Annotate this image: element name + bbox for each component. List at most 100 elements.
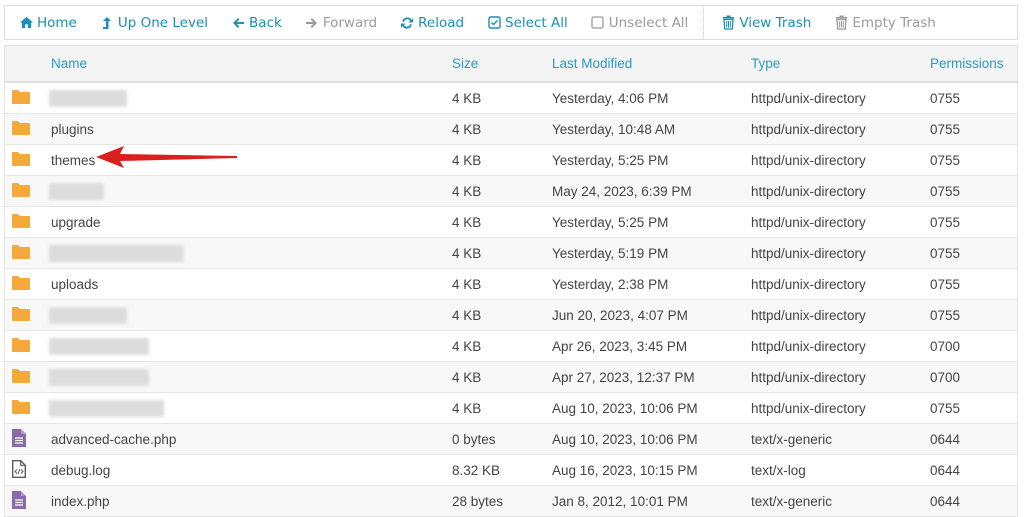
file-name-cell[interactable] — [47, 237, 452, 269]
permissions: 0644 — [930, 485, 1018, 517]
file-size: 4 KB — [452, 268, 552, 300]
home-label: Home — [37, 14, 77, 31]
last-modified: Jan 8, 2012, 10:01 PM — [552, 485, 751, 517]
file-name-cell[interactable] — [47, 175, 452, 207]
file-name-cell[interactable]: upgrade — [47, 206, 452, 238]
file-name[interactable]: plugins — [51, 122, 94, 137]
file-type: httpd/unix-directory — [751, 268, 930, 300]
permissions: 0755 — [930, 144, 1018, 176]
permissions: 0755 — [930, 82, 1018, 114]
column-header-name[interactable]: Name — [47, 45, 452, 83]
up-one-level-button[interactable]: Up One Level — [88, 6, 219, 39]
icon-column-header — [4, 45, 47, 83]
file-manager-toolbar: Home Up One Level Back Forward Reload Select … — [4, 5, 1018, 40]
up-one-level-label: Up One Level — [117, 14, 209, 31]
file-icon-cell — [4, 113, 47, 145]
select-all-label: Select All — [505, 14, 568, 31]
column-header-type[interactable]: Type — [751, 45, 930, 83]
file-name[interactable]: uploads — [51, 277, 98, 292]
file-name[interactable]: upgrade — [51, 215, 101, 230]
permissions: 0755 — [930, 113, 1018, 145]
column-header-size[interactable]: Size — [452, 45, 552, 83]
file-name-cell[interactable]: uploads — [47, 268, 452, 300]
permissions: 0700 — [930, 361, 1018, 393]
file-type: httpd/unix-directory — [751, 206, 930, 238]
last-modified: Jun 20, 2023, 4:07 PM — [552, 299, 751, 331]
file-size: 28 bytes — [452, 485, 552, 517]
folder-icon — [11, 120, 31, 139]
back-button[interactable]: Back — [219, 6, 293, 39]
table-row[interactable]: debug.log 8.32 KB Aug 16, 2023, 10:15 PM te… — [4, 454, 1018, 486]
text-file-icon — [11, 490, 27, 513]
table-row[interactable]: 4 KB May 24, 2023, 6:39 PM httpd/unix-dire… — [4, 175, 1018, 207]
last-modified: Yesterday, 10:48 AM — [552, 113, 751, 145]
file-type: httpd/unix-directory — [751, 299, 930, 331]
table-row[interactable]: advanced-cache.php 0 bytes Aug 10, 2023, 1… — [4, 423, 1018, 455]
folder-icon — [11, 213, 31, 232]
file-size: 8.32 KB — [452, 454, 552, 486]
empty-trash-label: Empty Trash — [852, 14, 936, 31]
permissions: 0644 — [930, 454, 1018, 486]
file-name[interactable]: debug.log — [51, 463, 110, 478]
column-header-permissions[interactable]: Permissions — [930, 45, 1018, 83]
file-name-cell[interactable]: index.php — [47, 485, 452, 517]
view-trash-button[interactable]: View Trash — [709, 6, 822, 39]
file-name[interactable]: index.php — [51, 494, 110, 509]
file-size: 4 KB — [452, 237, 552, 269]
file-name-cell[interactable] — [47, 392, 452, 424]
trash-icon — [720, 15, 736, 31]
reload-button[interactable]: Reload — [388, 6, 475, 39]
file-type: httpd/unix-directory — [751, 330, 930, 362]
file-size: 4 KB — [452, 330, 552, 362]
table-row[interactable]: 4 KB Apr 26, 2023, 3:45 PM httpd/unix-dire… — [4, 330, 1018, 362]
arrow-right-icon — [304, 15, 320, 31]
forward-label: Forward — [322, 14, 378, 31]
column-header-last-modified[interactable]: Last Modified — [552, 45, 751, 83]
table-row[interactable]: themes 4 KB Yesterday, 5:25 PM httpd/unix-d… — [4, 144, 1018, 176]
file-size: 4 KB — [452, 144, 552, 176]
folder-icon — [11, 368, 31, 387]
table-row[interactable]: 4 KB Apr 27, 2023, 12:37 PM httpd/unix-dir… — [4, 361, 1018, 393]
file-icon-cell — [4, 237, 47, 269]
file-type: httpd/unix-directory — [751, 144, 930, 176]
file-name-cell[interactable]: debug.log — [47, 454, 452, 486]
table-row[interactable]: 4 KB Jun 20, 2023, 4:07 PM httpd/unix-dire… — [4, 299, 1018, 331]
file-name-cell[interactable] — [47, 82, 452, 114]
last-modified: Aug 10, 2023, 10:06 PM — [552, 423, 751, 455]
unselect-all-button[interactable]: Unselect All — [579, 6, 700, 39]
file-name-cell[interactable] — [47, 361, 452, 393]
level-up-icon — [99, 15, 115, 31]
home-button[interactable]: Home — [5, 6, 88, 39]
permissions: 0700 — [930, 330, 1018, 362]
table-row[interactable]: uploads 4 KB Yesterday, 2:38 PM httpd/unix-… — [4, 268, 1018, 300]
folder-icon — [11, 399, 31, 418]
table-row[interactable]: plugins 4 KB Yesterday, 10:48 AM httpd/unix… — [4, 113, 1018, 145]
file-name-cell[interactable]: plugins — [47, 113, 452, 145]
table-row[interactable]: upgrade 4 KB Yesterday, 5:25 PM httpd/unix-… — [4, 206, 1018, 238]
file-icon-cell — [4, 330, 47, 362]
redacted-file-name — [49, 306, 127, 324]
table-row[interactable]: 4 KB Aug 10, 2023, 10:06 PM httpd/unix-dir… — [4, 392, 1018, 424]
file-icon-cell — [4, 423, 47, 455]
table-row[interactable]: 4 KB Yesterday, 4:06 PM httpd/unix-directo… — [4, 82, 1018, 114]
permissions: 0755 — [930, 237, 1018, 269]
file-list-table: Name Size Last Modified Type Permissions… — [4, 45, 1018, 517]
file-name[interactable]: themes — [51, 153, 95, 168]
file-type: httpd/unix-directory — [751, 237, 930, 269]
file-name-cell[interactable]: themes — [47, 144, 452, 176]
permissions: 0755 — [930, 206, 1018, 238]
file-name[interactable]: advanced-cache.php — [51, 432, 176, 447]
empty-trash-button[interactable]: Empty Trash — [822, 6, 947, 39]
table-row[interactable]: 4 KB Yesterday, 5:19 PM httpd/unix-directo… — [4, 237, 1018, 269]
redacted-file-name — [49, 244, 184, 262]
file-type: httpd/unix-directory — [751, 392, 930, 424]
file-name-cell[interactable]: advanced-cache.php — [47, 423, 452, 455]
file-name-cell[interactable] — [47, 330, 452, 362]
file-name-cell[interactable] — [47, 299, 452, 331]
table-row[interactable]: index.php 28 bytes Jan 8, 2012, 10:01 PM te… — [4, 485, 1018, 517]
unselect-all-label: Unselect All — [608, 14, 689, 31]
file-icon-cell — [4, 361, 47, 393]
file-size: 4 KB — [452, 206, 552, 238]
forward-button[interactable]: Forward — [293, 6, 388, 39]
select-all-button[interactable]: Select All — [475, 6, 579, 39]
